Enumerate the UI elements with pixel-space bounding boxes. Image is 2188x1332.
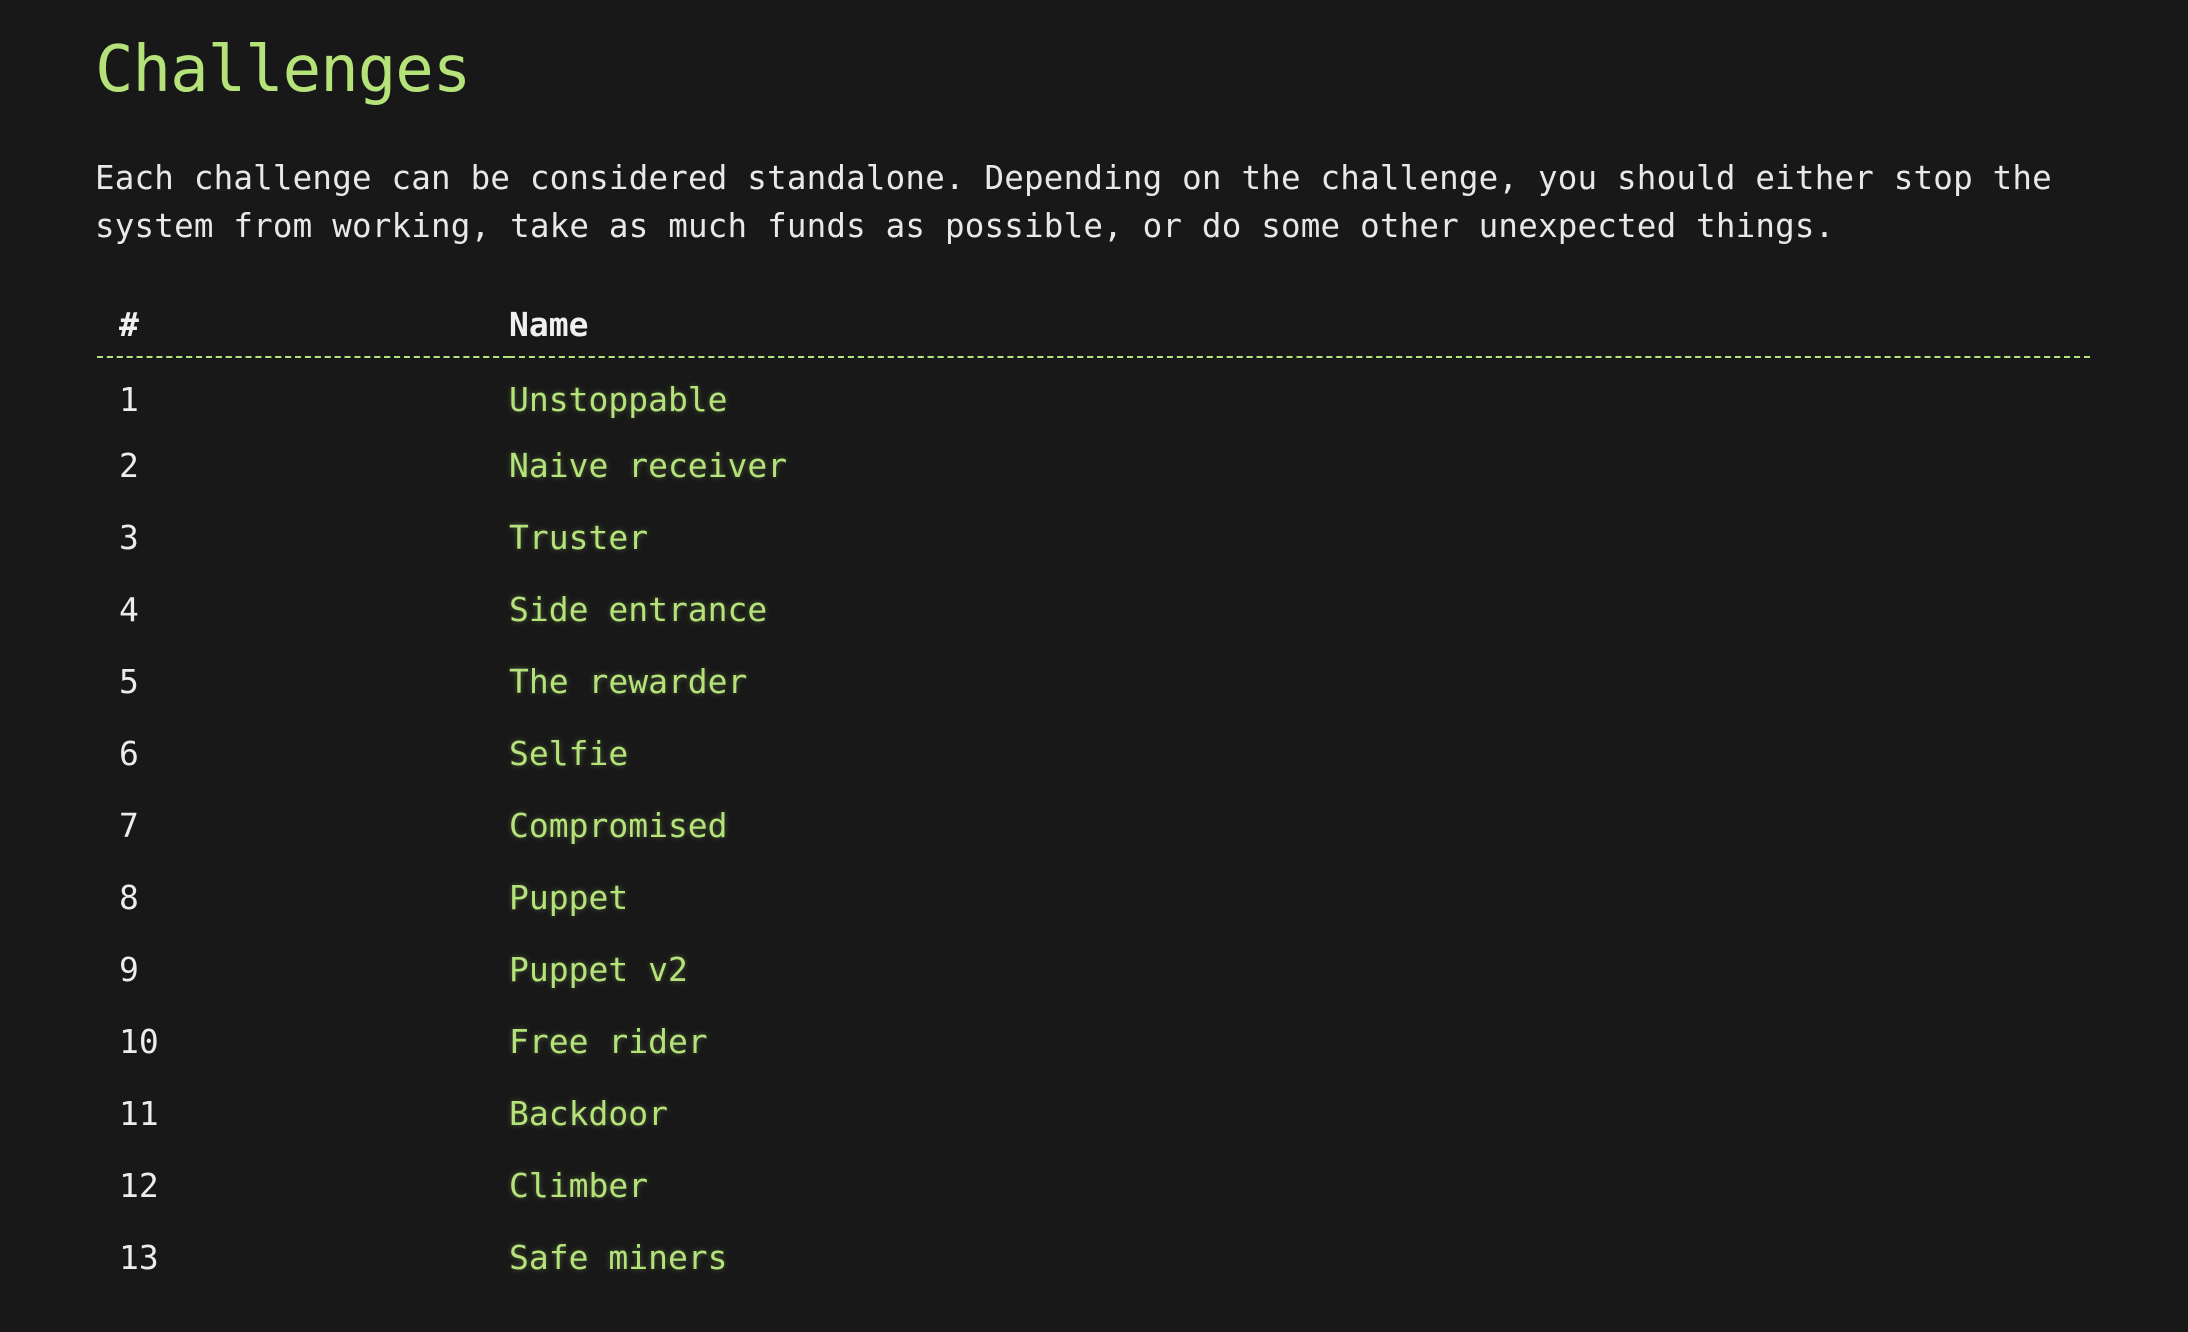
- table-row: 8 Puppet: [97, 861, 2090, 933]
- challenge-link[interactable]: Puppet v2: [509, 950, 688, 989]
- challenge-name-cell: Naive receiver: [509, 429, 2090, 501]
- challenge-name-cell: The rewarder: [509, 645, 2090, 717]
- challenge-name-cell: Compromised: [509, 789, 2090, 861]
- challenge-name-cell: Puppet: [509, 861, 2090, 933]
- challenge-number: 9: [119, 949, 139, 989]
- page-title: Challenges: [95, 33, 471, 107]
- challenge-name-cell: Backdoor: [509, 1077, 2090, 1149]
- table-row: 1 Unstoppable: [97, 357, 2090, 429]
- challenge-link[interactable]: Climber: [509, 1166, 648, 1205]
- table-row: 5 The rewarder: [97, 645, 2090, 717]
- challenge-number: 1: [119, 380, 139, 419]
- challenges-table-body: 1 Unstoppable 2 Naive receiver 3 Truster 4 Side…: [97, 357, 2090, 1293]
- table-row: 3 Truster: [97, 501, 2090, 573]
- challenge-name-cell: Free rider: [509, 1005, 2090, 1077]
- challenge-number: 8: [119, 877, 139, 917]
- challenge-number: 13: [119, 1237, 159, 1277]
- challenge-link[interactable]: Truster: [509, 518, 648, 557]
- challenge-link[interactable]: Compromised: [509, 806, 728, 845]
- table-row: 4 Side entrance: [97, 573, 2090, 645]
- challenge-link[interactable]: The rewarder: [509, 662, 747, 701]
- challenge-link[interactable]: Side entrance: [509, 590, 767, 629]
- column-header-number: #: [97, 296, 509, 358]
- table-header-row: # Name: [97, 296, 2090, 358]
- table-row: 10 Free rider: [97, 1005, 2090, 1077]
- column-header-name: Name: [509, 296, 2090, 358]
- challenge-number: 3: [119, 517, 139, 557]
- challenge-number: 4: [119, 589, 139, 629]
- challenge-number: 12: [119, 1165, 159, 1205]
- table-row: 2 Naive receiver: [97, 429, 2090, 501]
- challenge-name-cell: Climber: [509, 1149, 2090, 1221]
- intro-line-1: Each challenge can be considered standal…: [95, 159, 2052, 197]
- table-row: 13 Safe miners: [97, 1221, 2090, 1293]
- challenge-name-cell: Side entrance: [509, 573, 2090, 645]
- challenge-link[interactable]: Backdoor: [509, 1094, 668, 1133]
- challenge-name-cell: Puppet v2: [509, 933, 2090, 1005]
- challenge-link[interactable]: Unstoppable: [509, 380, 728, 419]
- challenge-link[interactable]: Naive receiver: [509, 446, 787, 485]
- challenge-link[interactable]: Safe miners: [509, 1238, 728, 1277]
- intro-paragraph: Each challenge can be considered standal…: [95, 154, 2135, 250]
- challenge-name-cell: Selfie: [509, 717, 2090, 789]
- table-row: 12 Climber: [97, 1149, 2090, 1221]
- table-row: 7 Compromised: [97, 789, 2090, 861]
- challenge-number: 2: [119, 445, 139, 485]
- challenge-link[interactable]: Selfie: [509, 734, 628, 773]
- challenge-number: 5: [119, 661, 139, 701]
- challenge-name-cell: Safe miners: [509, 1221, 2090, 1293]
- challenge-link[interactable]: Puppet: [509, 878, 628, 917]
- challenge-link[interactable]: Free rider: [509, 1022, 708, 1061]
- challenge-number: 6: [119, 733, 139, 773]
- challenge-name-cell: Unstoppable: [509, 357, 2090, 429]
- challenge-name-cell: Truster: [509, 501, 2090, 573]
- challenge-number: 10: [119, 1021, 159, 1061]
- intro-line-2: system from working, take as much funds …: [95, 207, 1835, 245]
- table-row: 9 Puppet v2: [97, 933, 2090, 1005]
- table-row: 6 Selfie: [97, 717, 2090, 789]
- challenges-table: # Name 1 Unstoppable 2 Naive receiver 3 Trust…: [97, 296, 2090, 1293]
- challenge-number: 11: [119, 1093, 159, 1133]
- table-row: 11 Backdoor: [97, 1077, 2090, 1149]
- challenge-number: 7: [119, 805, 139, 845]
